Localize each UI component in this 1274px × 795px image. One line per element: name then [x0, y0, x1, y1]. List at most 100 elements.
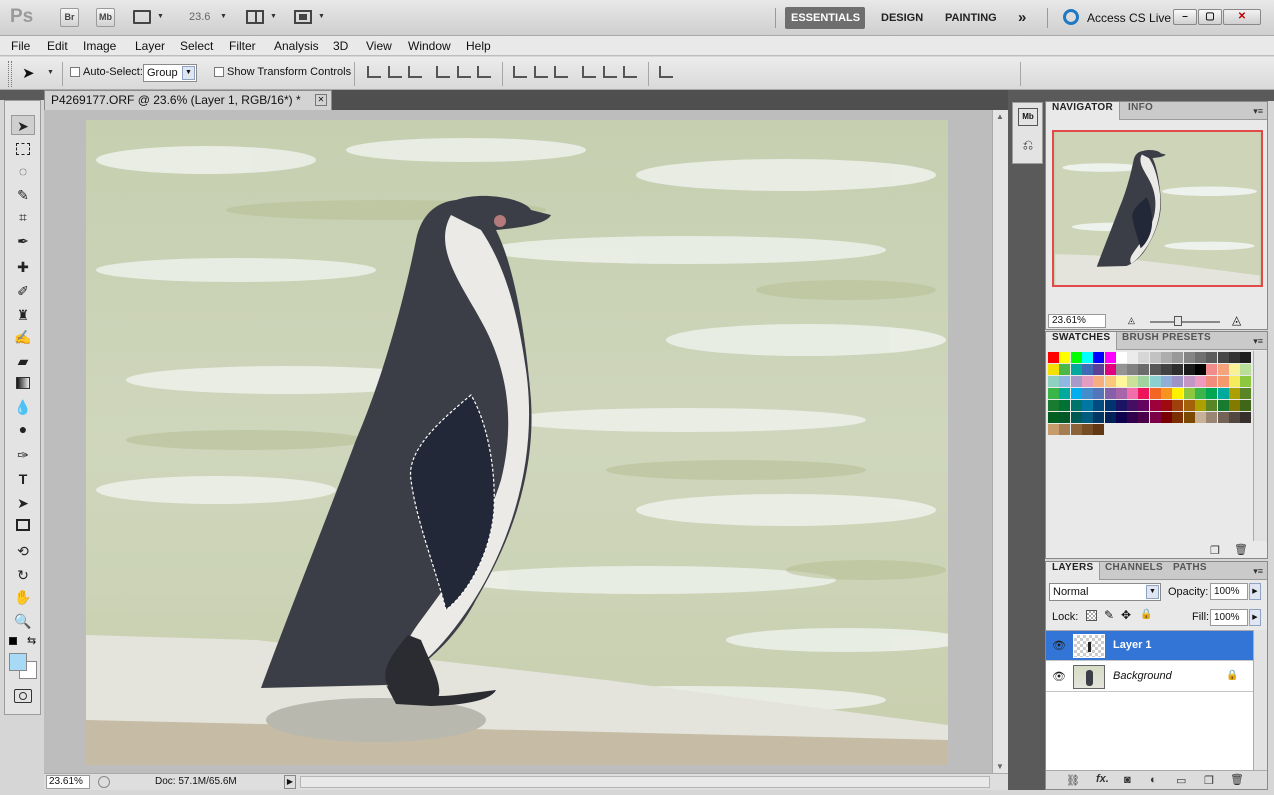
- swap-colors-icon[interactable]: ⇆: [27, 634, 36, 647]
- menu-analysis[interactable]: Analysis: [274, 39, 319, 53]
- lock-position-icon[interactable]: ✥: [1121, 608, 1131, 622]
- type-tool-icon[interactable]: T: [11, 469, 35, 489]
- menu-filter[interactable]: Filter: [229, 39, 256, 53]
- color-swatch[interactable]: [1194, 376, 1206, 387]
- status-info-icon[interactable]: [98, 776, 110, 788]
- color-swatch[interactable]: [1081, 400, 1093, 411]
- opacity-field[interactable]: 100%: [1210, 583, 1248, 600]
- color-swatch[interactable]: [1206, 412, 1218, 423]
- menu-image[interactable]: Image: [83, 39, 116, 53]
- scroll-up-icon[interactable]: ▲: [996, 112, 1004, 121]
- access-cs-live-link[interactable]: Access CS Live: [1087, 11, 1171, 25]
- color-swatch[interactable]: [1059, 424, 1071, 435]
- color-swatch[interactable]: [1161, 388, 1172, 399]
- color-swatch[interactable]: [1172, 412, 1184, 423]
- color-swatch[interactable]: [1183, 412, 1195, 423]
- color-swatch[interactable]: [1161, 412, 1172, 423]
- color-swatch[interactable]: [1228, 412, 1240, 423]
- image-canvas[interactable]: [86, 120, 948, 765]
- add-mask-icon[interactable]: ◙: [1124, 774, 1131, 786]
- visibility-eye-icon[interactable]: 👁: [1052, 670, 1066, 684]
- new-layer-icon[interactable]: ❐: [1204, 774, 1214, 787]
- layer-name[interactable]: Layer 1: [1113, 639, 1152, 651]
- history-panel-icon[interactable]: ⎌: [1018, 137, 1038, 155]
- zoom-slider-handle[interactable]: [1174, 316, 1182, 326]
- color-swatch[interactable]: [1115, 400, 1127, 411]
- tab-layers[interactable]: LAYERS: [1046, 562, 1101, 580]
- color-swatch[interactable]: [1183, 364, 1195, 375]
- mini-bridge-panel-icon[interactable]: Mb: [1018, 108, 1038, 126]
- align-horizontal-centers-icon[interactable]: [457, 66, 471, 78]
- color-swatch[interactable]: [1240, 388, 1252, 399]
- color-swatch[interactable]: [1093, 388, 1105, 399]
- color-swatch[interactable]: [1183, 388, 1195, 399]
- color-swatch[interactable]: [1070, 400, 1082, 411]
- color-swatch[interactable]: [1206, 388, 1218, 399]
- hand-tool-icon[interactable]: ✋: [11, 587, 35, 607]
- color-swatch[interactable]: [1115, 352, 1127, 363]
- color-swatch[interactable]: [1161, 400, 1172, 411]
- color-swatch[interactable]: [1127, 412, 1139, 423]
- color-swatch[interactable]: [1149, 364, 1161, 375]
- distribute-top-icon[interactable]: [513, 66, 527, 78]
- blend-mode-dropdown[interactable]: Normal ▼: [1049, 583, 1161, 601]
- color-swatch[interactable]: [1081, 388, 1093, 399]
- color-swatch[interactable]: [1138, 352, 1150, 363]
- color-swatch[interactable]: [1206, 364, 1218, 375]
- lasso-tool-icon[interactable]: ◌: [11, 161, 35, 181]
- swatches-scrollbar[interactable]: [1253, 351, 1267, 541]
- color-swatch[interactable]: [1138, 364, 1150, 375]
- fill-arrow-icon[interactable]: ▶: [1249, 609, 1261, 626]
- chevron-down-icon[interactable]: ▼: [220, 13, 227, 20]
- eyedropper-tool-icon[interactable]: ✒: [11, 231, 35, 251]
- chevron-down-icon[interactable]: ▼: [182, 66, 195, 80]
- color-swatch[interactable]: [1206, 352, 1218, 363]
- vertical-scrollbar[interactable]: ▲ ▼: [992, 110, 1008, 773]
- color-swatch[interactable]: [1149, 400, 1161, 411]
- menu-3d[interactable]: 3D: [333, 39, 348, 53]
- align-vertical-centers-icon[interactable]: [388, 66, 402, 78]
- adjustment-layer-icon[interactable]: ◐: [1150, 774, 1157, 786]
- healing-brush-tool-icon[interactable]: ✚: [11, 257, 35, 277]
- menu-help[interactable]: Help: [466, 39, 491, 53]
- fill-field[interactable]: 100%: [1210, 609, 1248, 626]
- menu-select[interactable]: Select: [180, 39, 213, 53]
- color-swatch[interactable]: [1138, 388, 1150, 399]
- distribute-horizontal-centers-icon[interactable]: [603, 66, 617, 78]
- path-selection-tool-icon[interactable]: ➤: [11, 493, 35, 513]
- launch-bridge-button[interactable]: Br: [60, 8, 79, 27]
- clone-stamp-tool-icon[interactable]: ♜: [11, 305, 35, 325]
- color-swatch[interactable]: [1070, 376, 1082, 387]
- color-swatch[interactable]: [1217, 388, 1229, 399]
- color-swatch[interactable]: [1194, 400, 1206, 411]
- close-window-button[interactable]: ✕: [1223, 9, 1261, 25]
- color-swatch[interactable]: [1149, 412, 1161, 423]
- chevron-down-icon[interactable]: ▼: [47, 69, 54, 76]
- align-right-icon[interactable]: [477, 66, 491, 78]
- color-swatch[interactable]: [1048, 424, 1059, 435]
- move-tool-preset-icon[interactable]: ➤: [22, 64, 35, 82]
- color-swatch[interactable]: [1228, 364, 1240, 375]
- chevron-down-icon[interactable]: ▼: [270, 13, 277, 20]
- color-swatch[interactable]: [1093, 376, 1105, 387]
- color-swatch[interactable]: [1104, 376, 1116, 387]
- color-swatch[interactable]: [1161, 352, 1172, 363]
- align-left-icon[interactable]: [436, 66, 450, 78]
- panel-menu-icon[interactable]: ▾≡: [1253, 106, 1263, 117]
- tab-navigator[interactable]: NAVIGATOR: [1046, 102, 1121, 120]
- color-swatch[interactable]: [1104, 412, 1116, 423]
- visibility-eye-icon[interactable]: 👁: [1052, 639, 1066, 653]
- color-swatch[interactable]: [1081, 352, 1093, 363]
- color-swatch[interactable]: [1093, 352, 1105, 363]
- color-swatch[interactable]: [1048, 364, 1059, 375]
- color-swatch[interactable]: [1059, 400, 1071, 411]
- color-swatch[interactable]: [1093, 400, 1105, 411]
- color-swatch[interactable]: [1240, 352, 1252, 363]
- view-extras-icon[interactable]: [133, 10, 151, 24]
- color-swatch[interactable]: [1172, 376, 1184, 387]
- link-layers-icon[interactable]: ⛓: [1066, 774, 1080, 787]
- lock-all-icon[interactable]: 🔒: [1140, 609, 1152, 620]
- zoom-level-field[interactable]: 23.6: [189, 11, 210, 23]
- workspace-design[interactable]: DESIGN: [875, 7, 929, 29]
- dodge-tool-icon[interactable]: ●: [11, 419, 35, 439]
